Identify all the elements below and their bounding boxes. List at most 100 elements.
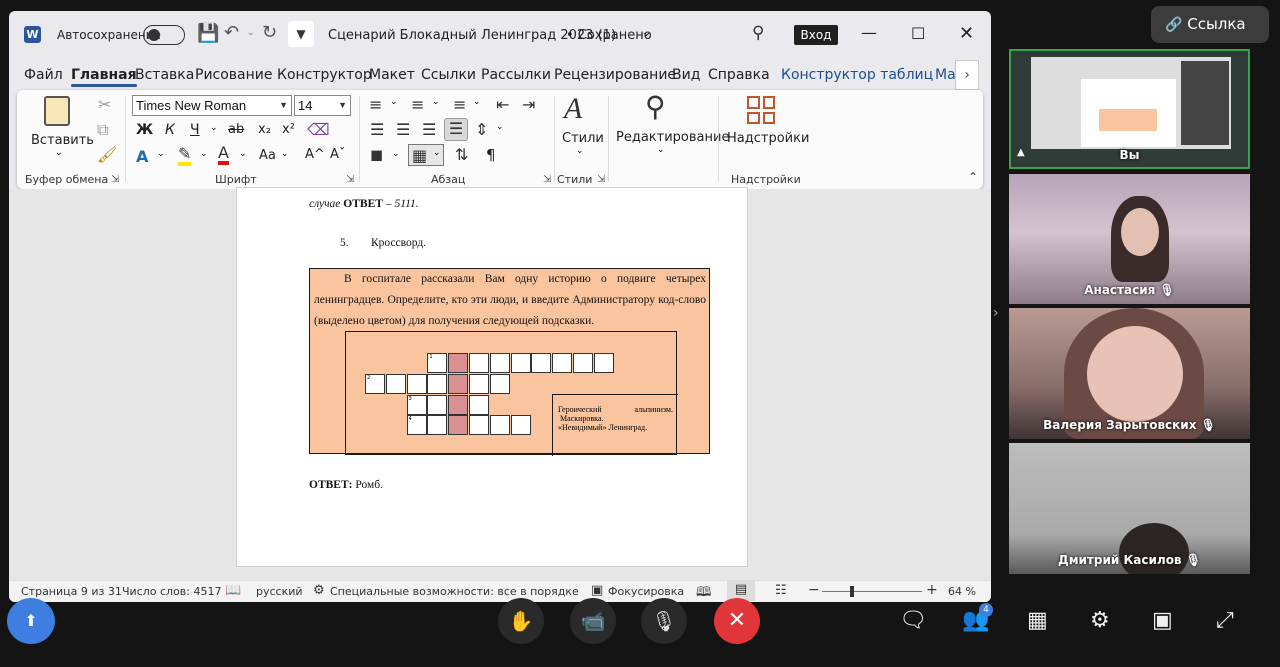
font-size-select[interactable]: 14 ▼ xyxy=(294,95,351,116)
tab-mailings[interactable]: Рассылки xyxy=(481,67,551,83)
participant-tile[interactable]: Анастасия 🎙 xyxy=(1009,174,1250,304)
multilevel-list-icon[interactable]: ≡ xyxy=(453,95,466,114)
copy-link-button[interactable]: 🔗 Ссылка xyxy=(1151,6,1269,43)
zoom-level[interactable]: 64 % xyxy=(948,585,976,598)
maximize-icon[interactable]: ☐ xyxy=(911,24,925,43)
styles-launcher-icon[interactable]: ⇲ xyxy=(597,174,605,185)
zoom-slider[interactable] xyxy=(822,586,922,597)
tab-draw[interactable]: Рисование xyxy=(195,67,273,83)
underline-button[interactable]: Ч xyxy=(190,122,200,138)
format-painter-icon[interactable]: 🖌 xyxy=(97,145,117,164)
signin-button[interactable]: Вход xyxy=(794,25,838,45)
bullets-icon[interactable]: ≡ xyxy=(369,95,382,114)
tab-review[interactable]: Рецензирование xyxy=(554,67,676,83)
word-count[interactable]: Число слов: 4517 xyxy=(122,585,221,598)
shrink-font-button[interactable]: Aˇ xyxy=(330,147,345,162)
shading-dropdown-icon[interactable]: ⌄ xyxy=(392,149,400,159)
addins-icon[interactable] xyxy=(747,96,775,124)
redo-icon[interactable]: ↻ xyxy=(262,22,277,43)
participant-tile[interactable]: Дмитрий Касилов 🎙 xyxy=(1009,443,1250,574)
zoom-in-icon[interactable]: + xyxy=(926,582,938,598)
paste-dropdown-icon[interactable]: ⌄ xyxy=(55,148,63,158)
autosave-toggle[interactable] xyxy=(143,25,185,45)
addins-button[interactable]: Надстройки xyxy=(727,131,809,146)
sort-icon[interactable]: ⇅ xyxy=(455,145,468,164)
layout-icon[interactable]: ▣ xyxy=(1152,608,1173,633)
bold-button[interactable]: Ж xyxy=(136,122,153,138)
share-screen-button[interactable]: ⬆ xyxy=(7,598,55,644)
highlight-icon[interactable]: ✎ xyxy=(178,146,192,166)
copy-icon[interactable]: ⧉ xyxy=(97,120,108,140)
chevron-right-icon[interactable]: › xyxy=(993,305,999,321)
minimize-icon[interactable]: — xyxy=(861,23,877,42)
web-layout-icon[interactable]: ☷ xyxy=(775,583,787,598)
styles-button[interactable]: Стили xyxy=(562,131,604,146)
superscript-button[interactable]: x² xyxy=(282,122,295,137)
multilevel-dropdown-icon[interactable]: ⌄ xyxy=(473,97,481,107)
styles-dropdown-icon[interactable]: ⌄ xyxy=(576,146,584,156)
font-color-icon[interactable]: A xyxy=(218,145,229,165)
focus-mode[interactable]: Фокусировка xyxy=(608,585,684,598)
undo-icon[interactable]: ↶ xyxy=(224,22,239,43)
justify-icon[interactable]: ☰ xyxy=(444,118,468,141)
page-count[interactable]: Страница 9 из 31 xyxy=(21,585,122,598)
numbering-dropdown-icon[interactable]: ⌄ xyxy=(432,97,440,107)
editing-search-icon[interactable]: ⚲ xyxy=(645,90,666,123)
cut-icon[interactable]: ✂ xyxy=(98,95,111,114)
tab-view[interactable]: Вид xyxy=(672,67,700,83)
align-left-icon[interactable]: ☰ xyxy=(370,120,384,139)
document-area[interactable]: случае ОТВЕТ – 5111. 5. Кроссворд. В гос… xyxy=(9,187,991,580)
zoom-slider-thumb[interactable] xyxy=(850,586,854,597)
shading-icon[interactable]: ◼ xyxy=(370,145,383,164)
increase-indent-icon[interactable]: ⇥ xyxy=(522,95,535,114)
tab-file[interactable]: Файл xyxy=(24,67,63,83)
fullscreen-icon[interactable]: ⤢ xyxy=(1216,608,1234,633)
self-video-tile[interactable]: ▲ Вы xyxy=(1009,49,1250,169)
undo-dropdown-icon[interactable]: ⌄ xyxy=(247,28,255,38)
align-center-icon[interactable]: ☰ xyxy=(396,120,410,139)
borders-button[interactable]: ▦ ⌄ xyxy=(408,144,444,166)
document-page[interactable]: случае ОТВЕТ – 5111. 5. Кроссворд. В гос… xyxy=(236,187,748,567)
subscript-button[interactable]: x₂ xyxy=(258,122,271,137)
raise-hand-button[interactable]: ✋ xyxy=(498,598,544,644)
align-right-icon[interactable]: ☰ xyxy=(422,120,436,139)
tab-home[interactable]: Главная xyxy=(71,67,137,87)
clipboard-launcher-icon[interactable]: ⇲ xyxy=(111,174,119,185)
paste-button[interactable]: Вставить xyxy=(31,133,94,148)
paragraph-launcher-icon[interactable]: ⇲ xyxy=(543,174,551,185)
line-spacing-dropdown-icon[interactable]: ⌄ xyxy=(496,122,504,132)
focus-icon[interactable]: ▣ xyxy=(591,583,603,598)
end-call-button[interactable]: ✕ xyxy=(714,598,760,644)
grow-font-button[interactable]: A^ xyxy=(305,147,325,162)
grid-view-icon[interactable]: ▦ xyxy=(1027,608,1048,633)
tab-help[interactable]: Справка xyxy=(708,67,770,83)
tab-insert[interactable]: Вставка xyxy=(135,67,194,83)
text-effects-icon[interactable]: A xyxy=(136,147,148,166)
tab-table-layout[interactable]: Ма xyxy=(935,67,956,83)
tab-scroll-right-button[interactable]: › xyxy=(955,60,979,90)
change-case-dropdown-icon[interactable]: ⌄ xyxy=(281,149,289,159)
language[interactable]: русский xyxy=(256,585,303,598)
proofing-icon[interactable]: 📖 xyxy=(225,583,241,598)
line-spacing-icon[interactable]: ⇕ xyxy=(475,120,488,139)
change-case-button[interactable]: Aa xyxy=(259,148,276,163)
show-marks-button[interactable]: ¶ xyxy=(486,146,496,164)
customize-quick-access-button[interactable]: ▼ xyxy=(288,21,314,47)
editing-dropdown-icon[interactable]: ⌄ xyxy=(657,145,665,155)
camera-button[interactable]: 📹 xyxy=(570,598,616,644)
underline-dropdown-icon[interactable]: ⌄ xyxy=(210,123,218,133)
settings-icon[interactable]: ⚙ xyxy=(1090,608,1110,633)
numbering-icon[interactable]: ≡ xyxy=(411,95,424,114)
tab-layout[interactable]: Макет xyxy=(369,67,415,83)
font-color-dropdown-icon[interactable]: ⌄ xyxy=(239,149,247,159)
microphone-button[interactable]: 🎙 xyxy=(641,598,687,644)
search-icon[interactable]: ⚲ xyxy=(752,23,764,43)
save-icon[interactable]: 💾 xyxy=(197,23,219,44)
tab-references[interactable]: Ссылки xyxy=(421,67,476,83)
paste-icon[interactable] xyxy=(44,96,70,126)
decrease-indent-icon[interactable]: ⇤ xyxy=(496,95,509,114)
text-effects-dropdown-icon[interactable]: ⌄ xyxy=(157,149,165,159)
tab-design[interactable]: Конструктор xyxy=(277,67,372,83)
accessibility-status[interactable]: Специальные возможности: все в порядке xyxy=(330,585,579,598)
font-name-select[interactable]: Times New Roman ▼ xyxy=(132,95,292,116)
